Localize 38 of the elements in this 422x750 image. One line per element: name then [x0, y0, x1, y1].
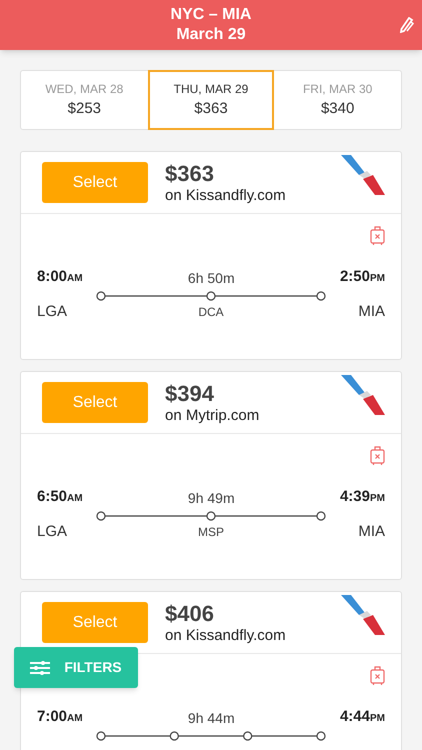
no-bag-icon — [370, 666, 385, 686]
provider-text: on Kissandfly.com — [165, 626, 286, 644]
sliders-icon — [30, 660, 50, 674]
airport-code: LGA — [37, 302, 68, 322]
airport-code: MIA — [358, 522, 385, 542]
departure-time: 7:00AM — [37, 707, 83, 727]
duration-text: 9h 49m — [188, 488, 235, 508]
airport-code: MIA — [358, 302, 385, 322]
tail-logo-icon — [341, 595, 385, 637]
arrival-time: 4:44PM — [340, 707, 385, 727]
departure-time: 8:00AM — [37, 267, 83, 287]
provider-text: on Kissandfly.com — [165, 186, 286, 204]
tail-logo-icon — [341, 375, 385, 417]
arrival-time: 4:39PM — [340, 487, 385, 507]
stop-code: DCA — [198, 304, 224, 321]
no-bag-icon — [370, 446, 385, 466]
edit-icon[interactable] — [400, 17, 414, 33]
date-subtitle: March 29 — [176, 25, 246, 45]
provider-text: on Mytrip.com — [165, 406, 260, 424]
date-tab[interactable]: THU, MAR 29 $363 — [148, 70, 274, 130]
price-text: $394 — [165, 380, 214, 406]
airport-code: LGA — [37, 522, 68, 542]
filters-button[interactable]: FILTERS — [14, 647, 138, 688]
select-button[interactable]: Select — [42, 602, 148, 643]
duration-text: 6h 50m — [188, 268, 235, 288]
no-bag-icon — [370, 226, 385, 246]
tail-logo-icon — [341, 155, 385, 197]
duration-text: 9h 44m — [188, 708, 235, 728]
select-button[interactable]: Select — [42, 162, 148, 203]
stop-code: MSP — [198, 524, 224, 541]
price-text: $406 — [165, 600, 214, 626]
date-tab[interactable]: FRI, MAR 30 $340 — [274, 71, 401, 129]
departure-time: 6:50AM — [37, 487, 83, 507]
price-text: $363 — [165, 160, 214, 186]
date-tab[interactable]: WED, MAR 28 $253 — [21, 71, 148, 129]
route-title: NYC – MIA — [170, 5, 252, 25]
select-button[interactable]: Select — [42, 382, 148, 423]
arrival-time: 2:50PM — [340, 267, 385, 287]
